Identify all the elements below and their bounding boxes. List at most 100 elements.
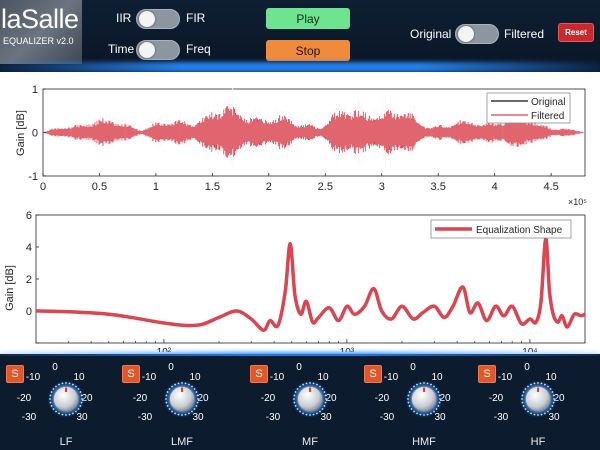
band-lmf: S 0 -10 10 -20 20 -30 30 LMF	[118, 356, 236, 450]
knob-dot	[299, 410, 301, 413]
stop-button[interactable]: Stop	[266, 40, 350, 61]
reset-button[interactable]: Reset	[558, 23, 594, 42]
play-button[interactable]: Play	[266, 8, 350, 29]
time-x-exponent: ×10⁵	[568, 197, 587, 207]
knob-dot	[49, 401, 52, 404]
knob-dot	[294, 405, 297, 407]
knob-scale-label: -30	[265, 412, 281, 423]
knob-dot	[549, 388, 552, 390]
knob-dot	[166, 391, 169, 393]
frequency-response-plot[interactable]: 642010²10³10⁴ Gain [dB] Equalization Sha…	[0, 208, 600, 352]
logo: laSalle EQUALIZER v2.0	[0, 0, 82, 64]
knob-dot	[171, 410, 173, 413]
gain-knob[interactable]	[46, 379, 86, 419]
band-label: LMF	[171, 436, 193, 448]
gain-knob[interactable]	[518, 379, 558, 419]
knob-dot	[410, 388, 413, 390]
knob-dot	[80, 401, 83, 404]
header-glow	[0, 62, 600, 72]
knob-dot	[72, 383, 74, 386]
knob-scale-label: 0	[296, 362, 302, 373]
knob-dot	[533, 382, 536, 385]
time-domain-plot[interactable]: 0 0.5 1 1.5 2 2.5 3 3.5 4 4.510-1 Gain [dB] ×10⁵ …	[0, 72, 600, 208]
knob-dot	[437, 405, 440, 407]
knob-scale-label: -20	[488, 393, 504, 404]
knob-dot	[439, 398, 441, 400]
original-filtered-toggle[interactable]	[455, 24, 499, 44]
band-mf: S 0 -10 10 -20 20 -30 30 MF	[246, 356, 364, 450]
knob-dot	[527, 385, 529, 388]
knob-scale-label: 0	[524, 362, 530, 373]
knob-scale-label: -10	[141, 372, 157, 383]
time-label: Time	[108, 42, 135, 56]
knob-dot	[408, 391, 411, 393]
knob-dot	[65, 414, 67, 416]
knob-dot	[423, 414, 425, 416]
time-ylabel: Gain [dB]	[15, 110, 27, 156]
knob-dot	[293, 394, 296, 397]
knob-scale-label: -10	[269, 372, 285, 383]
knob-dot	[75, 410, 77, 413]
knob-dot	[324, 401, 327, 404]
knob-dot	[177, 413, 180, 416]
band-controls: S 0 -10 10 -20 20 -30 30 LF S 0 -10 10 -20 20 -30 30 LMF S…	[0, 356, 600, 450]
knob-scale-label: -20	[132, 393, 148, 404]
band-label: HF	[530, 436, 546, 448]
knob-dot	[407, 398, 409, 400]
knob-dot	[188, 412, 190, 415]
knob-dot	[407, 394, 410, 397]
legend-original-label: Original	[531, 97, 565, 108]
knob-dot	[77, 408, 80, 410]
knob-dot	[75, 385, 77, 388]
knob-dot	[184, 382, 187, 385]
iir-fir-toggle[interactable]	[136, 9, 180, 29]
knob-dot	[196, 401, 199, 404]
knob-dot	[312, 413, 315, 416]
original-label: Original	[410, 27, 452, 41]
knob-dot	[50, 391, 53, 393]
knob-dot	[316, 412, 318, 415]
knob-dot	[293, 401, 296, 404]
knob-dot	[426, 413, 429, 416]
knob-dot	[551, 405, 554, 407]
knob-dot	[197, 398, 199, 400]
knob-dot	[61, 413, 64, 416]
knob-dot	[321, 388, 324, 390]
knob-dot	[174, 383, 176, 386]
knob-dot	[302, 412, 304, 415]
knob-dot	[522, 391, 525, 393]
knob-dot	[540, 382, 543, 385]
x-tick-label: 1	[153, 181, 159, 193]
gain-knob[interactable]	[162, 379, 202, 419]
x-tick-label: 1.5	[205, 181, 220, 193]
knob-dot	[408, 405, 411, 407]
knob-dot	[547, 410, 549, 413]
knob-dot	[549, 408, 552, 410]
knob-scale-label: -20	[260, 393, 276, 404]
knob-dot	[52, 388, 55, 390]
knob-dot	[55, 410, 57, 413]
knob-dot	[521, 398, 523, 400]
knob-dot	[522, 405, 525, 407]
knob-dot	[191, 410, 193, 413]
time-freq-toggle[interactable]	[136, 40, 180, 60]
knob-dot	[195, 405, 198, 407]
fir-label: FIR	[186, 11, 206, 25]
y-tick-label: 1	[32, 84, 38, 96]
knob-dot	[296, 388, 299, 390]
knob-dot	[552, 394, 555, 397]
knob-dot	[438, 401, 441, 404]
gain-knob[interactable]	[290, 379, 330, 419]
band-hf: S 0 -10 10 -20 20 -30 30 HF	[474, 356, 592, 450]
freq-legend: Equalization Shape	[430, 219, 572, 239]
knob-dot	[316, 383, 318, 386]
knob-dot	[537, 414, 539, 416]
toggle-knob	[458, 26, 474, 42]
y-tick-label: 0	[32, 128, 38, 140]
time-legend: Original Filtered	[486, 92, 571, 124]
band-lf: S 0 -10 10 -20 20 -30 30 LF	[2, 356, 120, 450]
knob-dot	[323, 391, 326, 393]
x-tick-label: 0.5	[92, 181, 107, 193]
gain-knob[interactable]	[404, 379, 444, 419]
knob-scale-label: -20	[374, 393, 390, 404]
